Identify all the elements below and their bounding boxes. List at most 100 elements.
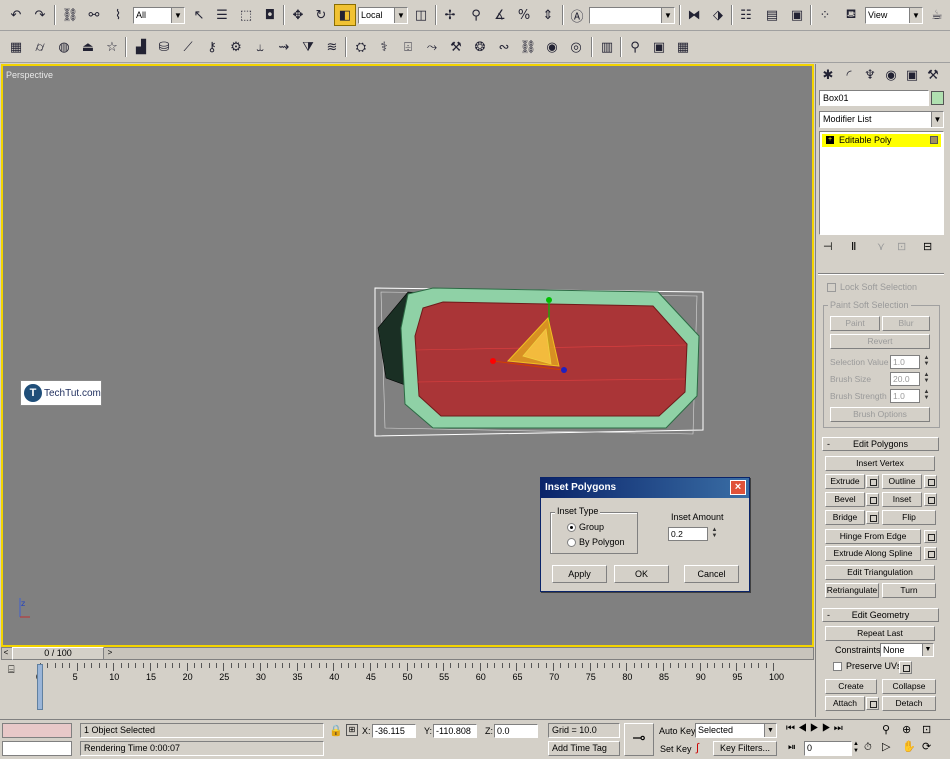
schematic-view-icon[interactable]: ▣	[786, 4, 808, 26]
bridge-button[interactable]: Bridge	[825, 510, 865, 525]
modifier-morph-icon[interactable]: ❂	[469, 36, 491, 58]
select-and-link-icon[interactable]: ⛓	[59, 4, 81, 26]
y-coordinate-field[interactable]: -110.808	[433, 724, 477, 738]
selection-value-spinner[interactable]: ▲ ▼	[922, 355, 931, 369]
select-and-move-icon[interactable]: ✥	[287, 4, 309, 26]
render-frame-icon[interactable]: ▣	[648, 36, 670, 58]
create-star-icon[interactable]: ☆	[101, 36, 123, 58]
close-icon[interactable]: ×	[730, 480, 746, 495]
track-bar[interactable]	[0, 661, 815, 715]
material-editor-icon[interactable]: ⁘	[814, 4, 836, 26]
go-to-start-icon[interactable]: ⏮	[786, 723, 798, 734]
spinner-snap-icon[interactable]: ⇕	[537, 4, 559, 26]
brush-options-button[interactable]: Brush Options	[830, 407, 930, 422]
gizmo-z-handle[interactable]	[561, 367, 567, 373]
maxscript-listener-pink[interactable]	[2, 723, 72, 738]
by-polygon-option-label[interactable]: By Polygon	[579, 537, 625, 547]
select-by-name-icon[interactable]: ☰	[211, 4, 233, 26]
modifier-taper-icon[interactable]: ⚷	[201, 36, 223, 58]
show-end-result-icon[interactable]: Ⅱ	[851, 240, 856, 253]
paint-button[interactable]: Paint	[830, 316, 880, 331]
bevel-settings-icon[interactable]	[866, 493, 879, 506]
time-configuration-icon[interactable]: ⏱	[864, 742, 872, 753]
key-mode-dropdown[interactable]: Selected ▼	[695, 723, 777, 738]
arc-rotate-icon[interactable]: ⟳	[922, 740, 931, 753]
render-type-dropdown[interactable]: View ▼	[865, 7, 923, 24]
cancel-button[interactable]: Cancel	[684, 565, 739, 583]
ok-button[interactable]: OK	[614, 565, 669, 583]
inset-amount-field[interactable]: 0.2	[668, 527, 708, 541]
redo-icon[interactable]: ↷	[29, 4, 51, 26]
blur-button[interactable]: Blur	[882, 316, 930, 331]
lock-selection-icon[interactable]: 🔒	[329, 724, 343, 737]
modifier-path-icon[interactable]: ⤳	[421, 36, 443, 58]
window-crossing-icon[interactable]: ◘	[259, 4, 281, 26]
attach-settings-icon[interactable]	[866, 697, 879, 710]
align-icon[interactable]: ⬗	[707, 4, 729, 26]
hinge-settings-icon[interactable]	[924, 530, 937, 543]
next-frame-icon[interactable]: ▶	[822, 723, 834, 734]
motion-tab-icon[interactable]: ◉	[881, 66, 901, 84]
constraints-dropdown[interactable]: None ▼	[880, 643, 934, 657]
absolute-mode-icon[interactable]: ⊞	[346, 724, 358, 736]
inset-button[interactable]: Inset	[882, 492, 922, 507]
auto-key-label[interactable]: Auto Key	[659, 726, 696, 736]
lock-soft-selection-checkbox[interactable]	[827, 283, 836, 292]
zoom-all-icon[interactable]: ⊕	[902, 723, 911, 736]
selection-value-field[interactable]: 1.0	[890, 355, 920, 369]
brush-strength-spinner[interactable]: ▲ ▼	[922, 389, 931, 403]
time-slider-track[interactable]	[1, 647, 814, 660]
play-icon[interactable]: ▶	[810, 723, 822, 734]
modifier-cloth-icon[interactable]: ⛓	[517, 36, 539, 58]
remove-modifier-icon[interactable]: ⊡	[897, 240, 906, 253]
modify-tab-icon[interactable]: ◜	[839, 66, 859, 84]
object-name-field[interactable]: Box01	[819, 90, 929, 106]
pan-view-icon[interactable]: ✋	[902, 740, 916, 753]
modifier-bone-icon[interactable]: ⚒	[445, 36, 467, 58]
modifier-stack-icon[interactable]: ⛁	[153, 36, 175, 58]
selection-filter-dropdown[interactable]: All ▼	[133, 7, 185, 24]
edit-triangulation-button[interactable]: Edit Triangulation	[825, 565, 935, 580]
create-button[interactable]: Create	[825, 679, 877, 694]
create-plane-icon[interactable]: ⏏	[77, 36, 99, 58]
group-radio[interactable]	[567, 523, 576, 532]
select-and-rotate-icon[interactable]: ↻	[310, 4, 332, 26]
zoom-icon[interactable]: ⚲	[882, 723, 890, 736]
utilities-tab-icon[interactable]: ⚒	[923, 66, 943, 84]
modifier-bend-icon[interactable]: ⟋	[177, 36, 199, 58]
apply-button[interactable]: Apply	[552, 565, 607, 583]
set-key-icon[interactable]: ⊸	[624, 723, 654, 756]
x-coordinate-field[interactable]: -36.115	[372, 724, 416, 738]
inset-amount-spinner[interactable]: ▲ ▼	[710, 527, 719, 541]
make-unique-icon[interactable]: ⋎	[877, 240, 885, 253]
create-tab-icon[interactable]: ✱	[818, 66, 838, 84]
stack-item-toggle-icon[interactable]	[930, 136, 938, 144]
unlink-icon[interactable]: ⚯	[83, 4, 105, 26]
detach-button[interactable]: Detach	[882, 696, 936, 711]
filmstrip-icon[interactable]: ▦	[672, 36, 694, 58]
bevel-button[interactable]: Bevel	[825, 492, 865, 507]
edit-polygons-rollout-header[interactable]: - Edit Polygons	[822, 437, 939, 451]
modifier-gear-icon[interactable]: ⚙	[225, 36, 247, 58]
preserve-uvs-settings-icon[interactable]	[899, 661, 912, 674]
stack-item-editable-poly[interactable]: + Editable Poly	[822, 134, 941, 147]
dialog-titlebar[interactable]: Inset Polygons ×	[541, 478, 749, 498]
time-cursor[interactable]	[37, 664, 43, 710]
default-in-out-tangent-icon[interactable]: ∫	[696, 742, 699, 754]
gizmo-y-handle[interactable]	[546, 297, 552, 303]
edit-named-selection-icon[interactable]: Ⓐ	[566, 4, 588, 26]
brush-size-spinner[interactable]: ▲ ▼	[922, 372, 931, 386]
z-coordinate-field[interactable]: 0.0	[494, 724, 538, 738]
outline-settings-icon[interactable]	[924, 475, 937, 488]
modifier-ffd-icon[interactable]: ⧩	[297, 36, 319, 58]
create-sphere-icon[interactable]: ◍	[53, 36, 75, 58]
brush-strength-field[interactable]: 1.0	[890, 389, 920, 403]
modifier-wave-icon[interactable]: ≋	[321, 36, 343, 58]
create-cylinder-icon[interactable]: ⌭	[29, 36, 51, 58]
extrude-along-spline-button[interactable]: Extrude Along Spline	[825, 546, 921, 561]
current-frame-spinner[interactable]: ▲ ▼	[853, 741, 862, 755]
quick-render-icon[interactable]: ☕	[926, 4, 948, 26]
retriangulate-button[interactable]: Retriangulate	[825, 583, 879, 598]
hinge-from-edge-button[interactable]: Hinge From Edge	[825, 529, 921, 544]
modifier-noise-icon[interactable]: ⇝	[273, 36, 295, 58]
